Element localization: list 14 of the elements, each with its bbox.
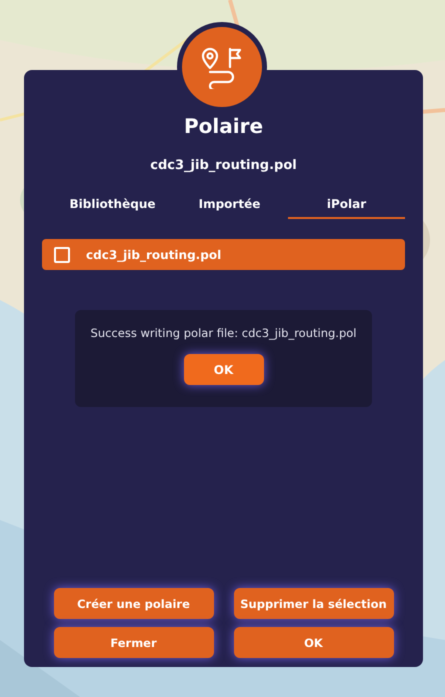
file-label: cdc3_jib_routing.pol xyxy=(86,248,222,262)
dialog-title: Polaire xyxy=(184,114,264,138)
tab[interactable]: Importée xyxy=(171,193,288,219)
action-button[interactable]: OK xyxy=(234,627,394,658)
checkbox[interactable] xyxy=(54,246,70,262)
ok-button[interactable]: OK xyxy=(184,354,264,385)
file-name: cdc3_jib_routing.pol xyxy=(150,158,297,173)
tab[interactable]: Bibliothèque xyxy=(54,193,171,219)
alert-message: Success writing polar file: cdc3_jib_routing.pol xyxy=(90,326,356,340)
file-row[interactable]: cdc3_jib_routing.pol xyxy=(42,239,405,270)
action-button[interactable]: Fermer xyxy=(54,627,214,658)
action-button[interactable]: Créer une polaire xyxy=(54,588,214,619)
tab[interactable]: iPolar xyxy=(288,193,405,219)
action-button[interactable]: Supprimer la sélection xyxy=(234,588,394,619)
